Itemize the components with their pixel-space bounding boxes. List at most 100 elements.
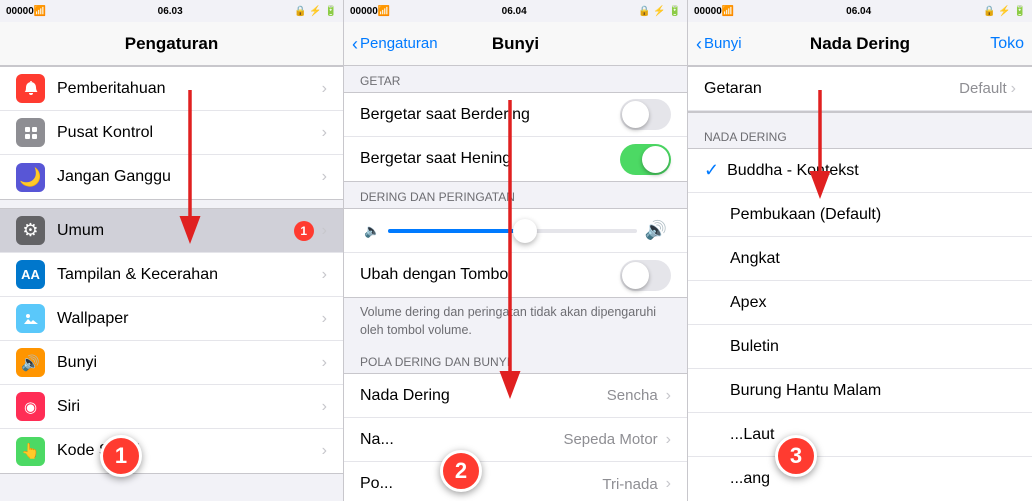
chevron-right-icon: › xyxy=(322,222,327,240)
nada-dering-right: Sencha › xyxy=(607,387,671,405)
status-bar-right: 00000 📶 06.04 🔒 ⚡ 🔋 xyxy=(688,0,1032,22)
ubah-tombol-label: Ubah dengan Tombol xyxy=(360,266,620,284)
nav-back-mid[interactable]: ‹ Pengaturan xyxy=(352,35,438,53)
nav-back-label-right: Bunyi xyxy=(704,35,742,52)
ringtone-ang-label: ...ang xyxy=(730,470,1016,488)
bunyi-label: Bunyi xyxy=(57,354,322,372)
volume-high-icon: 🔊 xyxy=(645,220,667,241)
ringtone-angkat-label: Angkat xyxy=(730,250,1016,268)
settings-item-pemberitahuan[interactable]: Pemberitahuan › xyxy=(0,67,343,111)
status-icons-right: 🔒 ⚡ 🔋 xyxy=(983,6,1026,17)
bergetar-berdering-item[interactable]: Bergetar saat Berdering xyxy=(344,93,687,137)
pemberitahuan-right: › xyxy=(322,80,327,98)
section-pola-dering: POLA DERING DAN BUNYI xyxy=(344,347,687,373)
settings-item-tampilan[interactable]: AA Tampilan & Kecerahan › xyxy=(0,253,343,297)
ringtone-buletin-label: Buletin xyxy=(730,338,1016,356)
step-circle-1: 1 xyxy=(100,435,142,477)
nav-title-mid: Bunyi xyxy=(492,34,539,54)
chevron-right-icon: › xyxy=(322,442,327,460)
kode-sandi-label: Kode Sandi xyxy=(57,442,322,460)
back-chevron-icon: ‹ xyxy=(352,35,358,53)
nav-back-right[interactable]: ‹ Bunyi xyxy=(696,35,742,53)
ringtone-pembukaan[interactable]: Pembukaan (Default) xyxy=(688,193,1032,237)
umum-badge: 1 xyxy=(294,221,314,241)
getaran-label: Getaran xyxy=(704,80,959,98)
nav-bar-right: ‹ Bunyi Nada Dering Toko xyxy=(688,22,1032,66)
nada-teks-value: Sepeda Motor xyxy=(563,431,657,448)
wallpaper-icon xyxy=(16,304,45,333)
nada-dering-panel: 00000 📶 06.04 🔒 ⚡ 🔋 ‹ Bunyi Nada Dering … xyxy=(688,0,1032,501)
umum-icon: ⚙ xyxy=(16,216,45,245)
volume-thumb[interactable] xyxy=(513,219,537,243)
chevron-right-icon: › xyxy=(666,387,671,405)
settings-group-secondary: ⚙ Umum 1 › AA Tampilan & Kecerahan › xyxy=(0,208,343,474)
ringtone-buletin[interactable]: Buletin xyxy=(688,325,1032,369)
chevron-right-icon: › xyxy=(666,475,671,493)
nada-dering-value: Sencha xyxy=(607,387,658,404)
step-3-label: 3 xyxy=(790,443,802,469)
tampilan-label: Tampilan & Kecerahan xyxy=(57,266,322,284)
ringtone-angkat[interactable]: Angkat xyxy=(688,237,1032,281)
volume-fill xyxy=(388,229,525,233)
chevron-right-icon: › xyxy=(322,398,327,416)
bergetar-hening-toggle[interactable] xyxy=(620,144,671,175)
pusat-kontrol-label: Pusat Kontrol xyxy=(57,124,322,142)
pola-baru-item[interactable]: Po... Tri-nada › xyxy=(344,462,687,501)
ringtone-apex-label: Apex xyxy=(730,294,1016,312)
jangan-ganggu-label: Jangan Ganggu xyxy=(57,168,322,186)
nada-dering-options: ✓ Buddha - Kontekst Pembukaan (Default) … xyxy=(688,148,1032,501)
dering-group: 🔈 🔊 Ubah dengan Tombol xyxy=(344,208,687,298)
step-1-label: 1 xyxy=(115,443,127,469)
ubah-tombol-toggle[interactable] xyxy=(620,260,671,291)
ringtone-pembukaan-label: Pembukaan (Default) xyxy=(730,206,1016,224)
volume-low-icon: 🔈 xyxy=(364,223,380,239)
settings-item-umum[interactable]: ⚙ Umum 1 › xyxy=(0,209,343,253)
status-time-mid: 06.04 xyxy=(390,6,638,17)
bergetar-berdering-toggle[interactable] xyxy=(620,99,671,130)
settings-item-kode-sandi[interactable]: 👆 Kode Sandi › xyxy=(0,429,343,473)
volume-slider-container[interactable]: 🔈 🔊 xyxy=(360,220,671,241)
bunyi-panel: 00000 📶 06.04 🔒 ⚡ 🔋 ‹ Pengaturan Bunyi G… xyxy=(344,0,688,501)
chevron-right-icon: › xyxy=(666,431,671,449)
status-signal-right: 📶 xyxy=(722,6,734,17)
getaran-item[interactable]: Getaran Default › xyxy=(688,67,1032,111)
ringtone-burung-hantu[interactable]: Burung Hantu Malam xyxy=(688,369,1032,413)
chevron-right-icon: › xyxy=(322,168,327,186)
ringtone-buddha-label: Buddha - Kontekst xyxy=(727,162,1016,180)
nada-dering-item[interactable]: Nada Dering Sencha › xyxy=(344,374,687,418)
pola-baru-value: Tri-nada xyxy=(602,476,657,493)
nav-bar-mid: ‹ Pengaturan Bunyi xyxy=(344,22,687,66)
settings-item-wallpaper[interactable]: Wallpaper › xyxy=(0,297,343,341)
wallpaper-label: Wallpaper xyxy=(57,310,322,328)
volume-note: Volume dering dan peringatan tidak akan … xyxy=(344,298,687,347)
settings-item-jangan-ganggu[interactable]: 🌙 Jangan Ganggu › xyxy=(0,155,343,199)
pola-dering-group: Nada Dering Sencha › Na... Sepeda Motor … xyxy=(344,373,687,501)
volume-track[interactable] xyxy=(388,229,636,233)
bergetar-berdering-label: Bergetar saat Berdering xyxy=(360,106,620,124)
status-time-right: 06.04 xyxy=(734,6,983,17)
nav-back-label-mid: Pengaturan xyxy=(360,35,438,52)
settings-panel: 00000 📶 06.03 🔒 ⚡ 🔋 Pengaturan Pemberita… xyxy=(0,0,344,501)
ringtone-apex[interactable]: Apex xyxy=(688,281,1032,325)
settings-item-pusat-kontrol[interactable]: Pusat Kontrol › xyxy=(0,111,343,155)
pola-baru-right: Tri-nada › xyxy=(602,475,671,493)
settings-group-main: Pemberitahuan › Pusat Kontrol › 🌙 Ja xyxy=(0,66,343,200)
settings-item-bunyi[interactable]: 🔊 Bunyi › xyxy=(0,341,343,385)
step-circle-2: 2 xyxy=(440,450,482,492)
ringtone-buddha[interactable]: ✓ Buddha - Kontekst xyxy=(688,149,1032,193)
getaran-value: Default xyxy=(959,80,1007,97)
bergetar-hening-item[interactable]: Bergetar saat Hening xyxy=(344,137,687,181)
ubah-tombol-item[interactable]: Ubah dengan Tombol xyxy=(344,253,687,297)
chevron-right-icon: › xyxy=(1011,80,1016,98)
settings-item-siri[interactable]: ◉ Siri › xyxy=(0,385,343,429)
ringtone-laut[interactable]: ...Laut xyxy=(688,413,1032,457)
bunyi-icon: 🔊 xyxy=(16,348,45,377)
nada-teks-item[interactable]: Na... Sepeda Motor › xyxy=(344,418,687,462)
nav-action-toko[interactable]: Toko xyxy=(990,35,1024,53)
ringtone-ang[interactable]: ...ang xyxy=(688,457,1032,501)
status-signal-mid: 📶 xyxy=(378,6,390,17)
jangan-ganggu-icon: 🌙 xyxy=(16,163,45,192)
nav-title-left: Pengaturan xyxy=(125,34,219,54)
getaran-group: Getaran Default › xyxy=(688,66,1032,112)
chevron-right-icon: › xyxy=(322,310,327,328)
